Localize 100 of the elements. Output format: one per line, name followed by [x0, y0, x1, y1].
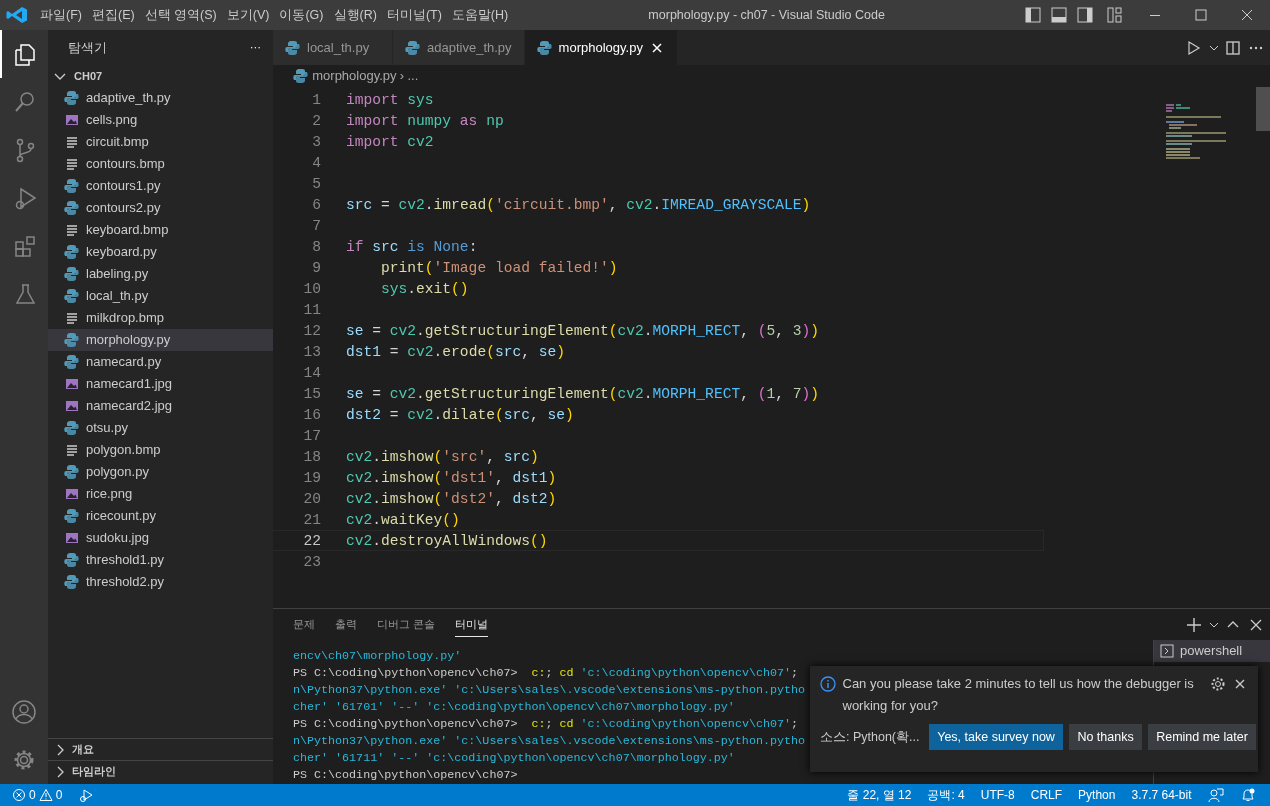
line-number: 22 [302, 532, 321, 550]
file-item[interactable]: namecard1.jpg [48, 373, 273, 395]
terminal-line: cher' '61711' '--' 'c:\coding\python\opencv\ch07\morphology.py' [293, 750, 735, 767]
notification-source: 소스: Python(확... [820, 728, 920, 746]
code-line: cv2.destroyAllWindows() [346, 532, 548, 550]
lines-file-icon [64, 156, 80, 172]
file-item[interactable]: milkdrop.bmp [48, 307, 273, 329]
section-header[interactable]: 개요 [48, 738, 273, 760]
editor-tab[interactable]: adaptive_th.py [393, 30, 525, 65]
panel-tab[interactable]: 터미널 [455, 611, 489, 638]
file-item[interactable]: cells.png [48, 109, 273, 131]
status-item[interactable]: CRLF [1022, 784, 1071, 806]
menu-item[interactable]: 터미널(T) [381, 5, 447, 25]
menu-item[interactable]: 실행(R) [328, 5, 382, 25]
breadcrumb-item[interactable]: morphology.py [312, 66, 397, 86]
code-line: import numpy as np [346, 112, 504, 130]
panel-tab[interactable]: 문제 [293, 611, 315, 638]
image-file-icon [64, 486, 80, 502]
status-item[interactable]: 줄 22, 열 12 [839, 784, 920, 806]
line-number: 14 [302, 364, 321, 382]
lines-file-icon [64, 134, 80, 150]
code-line: cv2.waitKey() [346, 511, 460, 529]
notification-button[interactable]: No thanks [1069, 723, 1142, 751]
breadcrumb-item[interactable]: › [399, 66, 405, 86]
file-item[interactable]: polygon.py [48, 461, 273, 483]
notification-message: Can you please take 2 minutes to tell us how the debugger is working for you? [842, 675, 1195, 715]
settings-icon[interactable] [1209, 676, 1226, 692]
panel-tab[interactable]: 출력 [335, 611, 357, 638]
python-file-icon [64, 332, 80, 348]
line-number: 1 [311, 91, 321, 109]
menu-item[interactable]: 보기(V) [221, 5, 275, 25]
plus-icon[interactable] [1186, 616, 1202, 633]
file-item[interactable]: namecard2.jpg [48, 395, 273, 417]
line-number: 16 [302, 406, 321, 424]
error-count: 0 [29, 787, 36, 804]
code-line: if src is None: [346, 238, 478, 256]
menu-item[interactable]: 이동(G) [274, 5, 329, 25]
sidebar-title: 탐색기 [68, 38, 107, 57]
notification-button[interactable]: Yes, take survey now [929, 723, 1063, 751]
line-number: 17 [302, 427, 321, 445]
file-item[interactable]: contours.bmp [48, 153, 273, 175]
scrollbar-thumb[interactable] [1256, 87, 1270, 131]
status-item[interactable]: 3.7.7 64-bit [1123, 784, 1200, 806]
run-icon[interactable] [1186, 39, 1202, 56]
notification-button[interactable]: Remind me later [1148, 723, 1256, 751]
file-item[interactable]: otsu.py [48, 417, 273, 439]
file-item[interactable]: keyboard.bmp [48, 219, 273, 241]
line-number: 5 [311, 175, 321, 193]
file-item[interactable]: ricecount.py [48, 505, 273, 527]
line-number: 18 [302, 448, 321, 466]
code-line: import cv2 [346, 133, 434, 151]
line-number: 21 [302, 511, 321, 529]
file-item[interactable]: sudoku.jpg [48, 527, 273, 549]
menu-item[interactable]: 편집(E) [86, 5, 140, 25]
terminal-line: encv\ch07\morphology.py' [293, 648, 462, 665]
more-actions-button[interactable]: ··· [249, 38, 261, 57]
menu-item[interactable]: 도움말(H) [446, 5, 514, 25]
file-item[interactable]: circuit.bmp [48, 131, 273, 153]
status-item[interactable]: Python [1070, 784, 1124, 806]
warning-icon [38, 788, 53, 802]
problems-status[interactable]: 0 0 [0, 784, 71, 806]
python-file-icon [64, 244, 80, 260]
line-number: 10 [302, 280, 321, 298]
file-item[interactable]: labeling.py [48, 263, 273, 285]
file-item[interactable]: threshold2.py [48, 571, 273, 593]
file-item[interactable]: rice.png [48, 483, 273, 505]
warning-count: 0 [55, 787, 63, 804]
editor-tab[interactable]: local_th.py [273, 30, 393, 65]
file-item[interactable]: threshold1.py [48, 549, 273, 571]
file-item[interactable]: namecard.py [48, 351, 273, 373]
feedback-icon [1207, 787, 1224, 803]
file-item[interactable]: contours2.py [48, 197, 273, 219]
file-item[interactable]: adaptive_th.py [48, 87, 273, 109]
line-number: 23 [302, 553, 321, 571]
line-number: 11 [302, 301, 321, 319]
file-item[interactable]: keyboard.py [48, 241, 273, 263]
file-item[interactable]: morphology.py [48, 329, 273, 351]
editor-tab[interactable]: morphology.py [524, 30, 678, 65]
file-item[interactable]: polygon.bmp [48, 439, 273, 461]
extensions-icon [12, 233, 38, 259]
menu-item[interactable]: 파일(F) [35, 5, 87, 25]
menu-item[interactable]: 선택 영역(S) [139, 5, 222, 25]
file-item[interactable]: local_th.py [48, 285, 273, 307]
line-number: 2 [311, 112, 321, 130]
split-editor-icon[interactable] [1225, 39, 1241, 56]
terminal-list-item[interactable]: powershell [1154, 640, 1270, 662]
code-line: src = cv2.imread('circuit.bmp', cv2.IMREAD_GRAYSCALE) [346, 196, 811, 214]
terminal-line: n\Python37\python.exe' 'c:\Users\sales\.vscode\extensions\ms-python.pytho [293, 682, 805, 699]
code-line: sys.exit() [380, 280, 469, 298]
file-item[interactable]: contours1.py [48, 175, 273, 197]
line-number: 7 [311, 217, 321, 235]
python-file-icon [536, 39, 553, 56]
panel-tab[interactable]: 디버그 콘솔 [377, 611, 436, 638]
folder-header[interactable]: CH07 [48, 65, 273, 87]
code-line: import sys [346, 91, 434, 109]
window-title: morphology.py - ch07 - Visual Studio Code [648, 8, 885, 23]
section-header[interactable]: 타임라인 [48, 760, 273, 782]
status-item[interactable]: UTF-8 [972, 784, 1023, 806]
status-item[interactable]: 공백: 4 [919, 784, 973, 806]
breadcrumb-item[interactable]: ... [407, 66, 419, 86]
